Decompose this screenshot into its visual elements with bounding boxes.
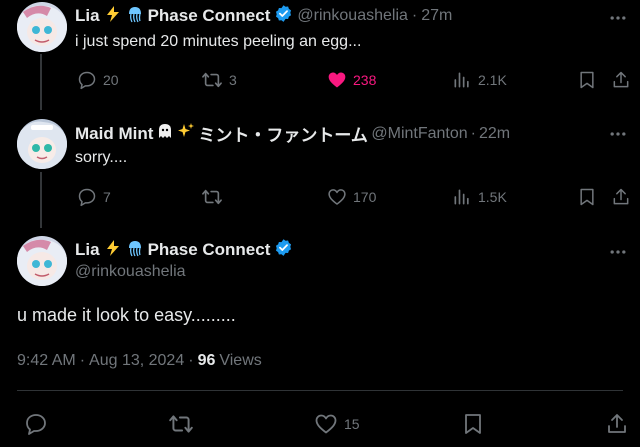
author-name[interactable]: Maid Mint xyxy=(75,124,153,144)
separator-dot: · xyxy=(411,7,418,24)
separator-dot: · xyxy=(79,352,86,369)
like-count: 170 xyxy=(353,189,377,205)
divider-top xyxy=(17,390,623,391)
repost-button[interactable] xyxy=(168,412,194,436)
tweet-time[interactable]: 9:42 AM xyxy=(17,352,76,370)
reply-count: 7 xyxy=(103,189,111,205)
avatar-lia[interactable] xyxy=(17,2,67,52)
bookmark-icon xyxy=(465,414,481,434)
like-icon xyxy=(315,414,337,434)
reply-count: 20 xyxy=(103,72,119,88)
separator-dot: · xyxy=(470,124,476,142)
views-count: 1.5K xyxy=(478,189,507,205)
author-suffix[interactable]: Phase Connect xyxy=(148,240,271,260)
lightning-icon xyxy=(104,239,122,262)
like-icon xyxy=(328,72,346,88)
tweet-time[interactable]: 22m xyxy=(479,125,510,143)
main-tweet-text: u made it look to easy......... xyxy=(17,305,236,325)
tweet-text: sorry.... xyxy=(75,149,128,166)
repost-count: 3 xyxy=(229,72,237,88)
more-icon xyxy=(610,16,626,20)
reply-button[interactable]: 7 xyxy=(77,187,111,207)
views-icon xyxy=(454,72,469,88)
share-button[interactable] xyxy=(611,70,631,90)
views-button[interactable]: 2.1K xyxy=(452,70,507,90)
author-name[interactable]: Lia xyxy=(75,6,100,26)
avatar-lia[interactable] xyxy=(17,236,67,286)
share-icon xyxy=(608,414,626,433)
more-button[interactable] xyxy=(608,8,628,33)
lightning-icon xyxy=(104,5,122,28)
more-button[interactable] xyxy=(608,242,628,267)
like-icon xyxy=(328,189,346,205)
author-handle[interactable]: @rinkouashelia xyxy=(297,7,408,25)
reply-icon xyxy=(78,188,96,207)
more-icon xyxy=(610,132,626,136)
author-suffix[interactable]: ミント・ファントーム VT xyxy=(198,121,368,146)
bookmark-button[interactable] xyxy=(577,70,597,90)
views-button[interactable]: 1.5K xyxy=(452,187,507,207)
author-name[interactable]: Lia xyxy=(75,240,100,260)
author-handle[interactable]: @rinkouashelia xyxy=(75,263,186,281)
bookmark-icon xyxy=(580,71,594,89)
verified-icon xyxy=(274,238,293,262)
share-button[interactable] xyxy=(605,412,629,436)
reply-icon xyxy=(78,71,96,90)
share-icon xyxy=(613,71,629,88)
repost-icon xyxy=(169,415,193,433)
thread-line-2 xyxy=(40,172,42,228)
thread-line-1 xyxy=(40,54,42,110)
views-count: 2.1K xyxy=(478,72,507,88)
jellyfish-icon xyxy=(126,239,144,262)
bookmark-button[interactable] xyxy=(577,187,597,207)
share-icon xyxy=(613,188,629,205)
bookmark-button[interactable] xyxy=(461,412,485,436)
repost-icon xyxy=(202,189,222,205)
like-count: 238 xyxy=(353,72,377,88)
jellyfish-icon xyxy=(126,5,144,28)
like-button[interactable]: 15 xyxy=(314,412,360,436)
avatar-mint[interactable] xyxy=(17,119,67,169)
repost-button[interactable] xyxy=(201,187,229,207)
reply-icon xyxy=(26,414,46,435)
tweet-date[interactable]: Aug 13, 2024 xyxy=(89,352,184,370)
reply-button[interactable] xyxy=(24,412,48,436)
like-button[interactable]: 238 xyxy=(327,70,376,90)
repost-icon xyxy=(202,72,222,88)
ghost-icon xyxy=(156,122,174,145)
like-button[interactable]: 170 xyxy=(327,187,376,207)
more-icon xyxy=(610,250,626,254)
reply-button[interactable]: 20 xyxy=(77,70,119,90)
verified-icon xyxy=(274,4,293,28)
tweet-text: i just spend 20 minutes peeling an egg..… xyxy=(75,33,362,50)
repost-button[interactable]: 3 xyxy=(201,70,237,90)
more-button[interactable] xyxy=(608,124,628,149)
views-icon xyxy=(454,189,469,205)
share-button[interactable] xyxy=(611,187,631,207)
tweet-time[interactable]: 27m xyxy=(421,7,452,25)
bookmark-icon xyxy=(580,188,594,206)
sparkles-icon xyxy=(177,122,195,145)
separator-dot: · xyxy=(188,352,194,369)
author-handle[interactable]: @MintFanton xyxy=(371,125,467,143)
views-label: Views xyxy=(219,352,262,369)
views-count: 96 xyxy=(197,352,216,369)
like-count: 15 xyxy=(344,416,360,432)
author-suffix[interactable]: Phase Connect xyxy=(148,6,271,26)
